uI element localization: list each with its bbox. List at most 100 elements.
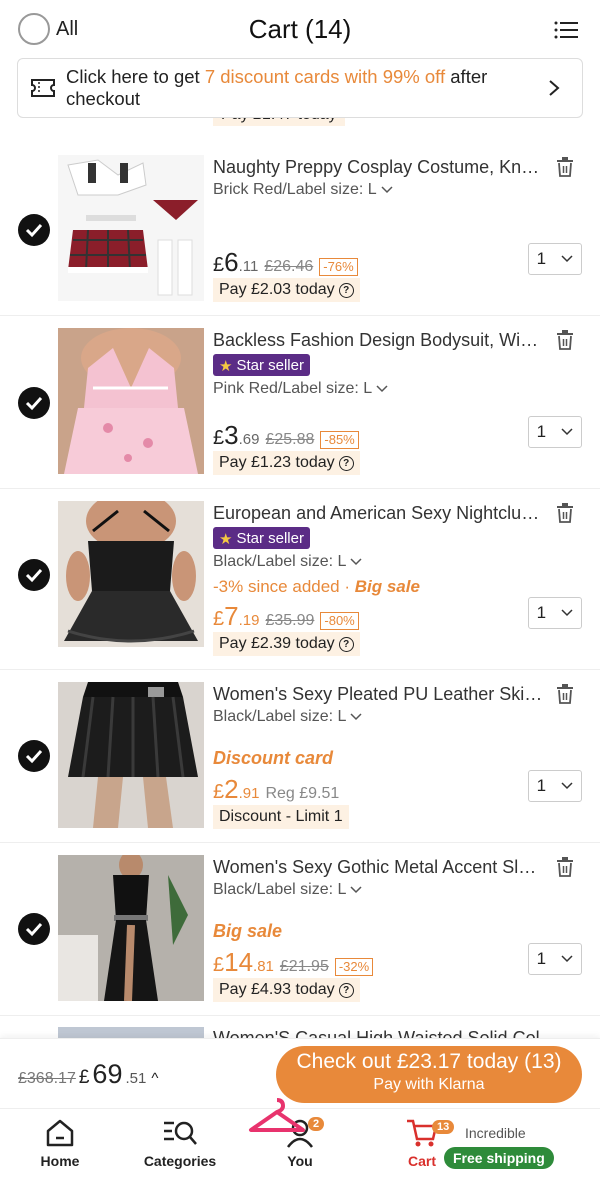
trash-icon[interactable] — [556, 503, 574, 523]
price-row: £2.91 Reg £9.51 — [213, 774, 339, 805]
chevron-down-icon — [350, 886, 362, 894]
nav-categories[interactable]: Categories — [130, 1117, 230, 1169]
variant-selector[interactable]: Pink Red/Label size: L — [213, 380, 388, 398]
product-name[interactable]: Women's Sexy Gothic Metal Accent Slee… — [213, 857, 543, 878]
nav-home[interactable]: Home — [10, 1117, 110, 1169]
quantity-select[interactable]: 1 — [528, 770, 582, 802]
star-seller-badge: ★ Star seller — [213, 527, 310, 549]
chevron-down-icon — [561, 782, 573, 790]
price: £14.81 — [213, 947, 274, 977]
home-icon — [46, 1119, 74, 1147]
price-row: £7.19 £35.99 -80% — [213, 601, 359, 632]
discount-badge: -85% — [320, 431, 359, 449]
you-badge: 2 — [308, 1117, 325, 1131]
pay-today-label: Pay £4.93 today ? — [213, 978, 360, 1002]
list-menu-icon[interactable] — [554, 20, 578, 40]
regular-price: Reg £9.51 — [265, 785, 340, 802]
item-checkbox[interactable] — [18, 913, 50, 945]
checkout-button[interactable]: Check out £23.17 today (13) Pay with Kla… — [276, 1046, 582, 1103]
chevron-down-icon — [381, 186, 393, 194]
product-name[interactable]: Naughty Preppy Cosplay Costume, Knot… — [213, 157, 543, 178]
discount-badge: -76% — [319, 258, 358, 276]
product-image[interactable] — [58, 855, 204, 1001]
free-shipping-badge[interactable]: Free shipping — [444, 1147, 554, 1169]
item-checkbox[interactable] — [18, 740, 50, 772]
price-row: £3.69 £25.88 -85% — [213, 420, 359, 451]
product-name[interactable]: Backless Fashion Design Bodysuit, With… — [213, 330, 543, 351]
variant-selector[interactable]: Black/Label size: L — [213, 881, 362, 899]
cart-item: Backless Fashion Design Bodysuit, With… … — [0, 316, 600, 489]
header: All Cart (14) — [0, 0, 600, 58]
chevron-down-icon — [376, 385, 388, 393]
checkmark-icon — [25, 223, 43, 238]
star-icon: ★ — [219, 357, 233, 375]
original-price: £21.95 — [279, 958, 329, 975]
chevron-down-icon — [561, 428, 573, 436]
price: £2.91 — [213, 774, 260, 804]
chevron-up-icon[interactable]: ^ — [151, 1070, 158, 1087]
price: £7.19 — [213, 601, 260, 631]
checkmark-icon — [25, 922, 43, 937]
trash-icon[interactable] — [556, 857, 574, 877]
star-seller-badge: ★ Star seller — [213, 354, 310, 376]
trash-icon[interactable] — [556, 157, 574, 177]
price: £3.69 — [213, 420, 260, 450]
original-price: £35.99 — [265, 612, 315, 629]
variant-selector[interactable]: Black/Label size: L — [213, 708, 362, 726]
discount-badge: -80% — [320, 612, 359, 630]
question-circle-icon[interactable]: ? — [338, 982, 354, 998]
discount-badge: -32% — [334, 958, 374, 976]
original-price: £26.46 — [264, 258, 314, 275]
product-image[interactable] — [58, 155, 204, 301]
quantity-select[interactable]: 1 — [528, 597, 582, 629]
cart-item: Naughty Preppy Cosplay Costume, Knot… Br… — [0, 143, 600, 316]
quantity-select[interactable]: 1 — [528, 416, 582, 448]
product-image[interactable] — [58, 501, 204, 647]
chevron-down-icon — [561, 955, 573, 963]
item-checkbox[interactable] — [18, 559, 50, 591]
ticket-icon — [31, 79, 55, 97]
chevron-down-icon — [561, 609, 573, 617]
cart-item: European and American Sexy Nightclub… ★ S… — [0, 489, 600, 670]
chevron-down-icon — [561, 255, 573, 263]
product-image[interactable] — [58, 682, 204, 828]
quantity-select[interactable]: 1 — [528, 243, 582, 275]
discount-limit-label: Discount - Limit 1 — [213, 805, 349, 829]
cart-total[interactable]: £368.17 £69.51 ^ — [18, 1059, 158, 1090]
pay-today-label: Pay £2.39 today ? — [213, 632, 360, 656]
checkmark-icon — [25, 396, 43, 411]
question-circle-icon[interactable]: ? — [338, 282, 354, 298]
banner-text: Click here to get 7 discount cards with … — [66, 66, 488, 109]
cart-item: Women's Sexy Pleated PU Leather Skirt,… … — [0, 670, 600, 843]
chevron-down-icon — [350, 713, 362, 721]
page-title: Cart (14) — [248, 14, 352, 44]
price: £6.11 — [213, 247, 259, 277]
star-icon: ★ — [219, 530, 233, 548]
original-price: £25.88 — [265, 431, 315, 448]
item-checkbox[interactable] — [18, 387, 50, 419]
question-circle-icon[interactable]: ? — [338, 455, 354, 471]
quantity-select[interactable]: 1 — [528, 943, 582, 975]
hanger-icon[interactable] — [247, 1096, 307, 1140]
price-row: £14.81 £21.95 -32% — [213, 947, 374, 978]
chevron-right-icon — [549, 80, 560, 96]
checkmark-icon — [25, 568, 43, 583]
promo-label: -3% since added · Big sale — [213, 577, 420, 596]
price-row: £6.11 £26.46 -76% — [213, 247, 358, 278]
variant-selector[interactable]: Black/Label size: L — [213, 553, 362, 571]
variant-selector[interactable]: Brick Red/Label size: L — [213, 181, 393, 199]
trash-icon[interactable] — [556, 330, 574, 350]
deal-label: Big sale — [213, 921, 283, 941]
item-checkbox[interactable] — [18, 214, 50, 246]
question-circle-icon[interactable]: ? — [338, 636, 354, 652]
trash-icon[interactable] — [556, 684, 574, 704]
checkmark-icon — [25, 749, 43, 764]
product-name[interactable]: European and American Sexy Nightclub… — [213, 503, 543, 524]
discount-banner[interactable]: Click here to get 7 discount cards with … — [17, 58, 583, 118]
product-image[interactable] — [58, 328, 204, 474]
pay-today-label: Pay £2.03 today ? — [213, 278, 360, 302]
cart-item: Women's Sexy Gothic Metal Accent Slee… B… — [0, 843, 600, 1016]
pay-today-label: Pay £1.23 today ? — [213, 451, 360, 475]
product-name[interactable]: Women's Sexy Pleated PU Leather Skirt,… — [213, 684, 543, 705]
incredible-label: Incredible — [465, 1125, 526, 1141]
